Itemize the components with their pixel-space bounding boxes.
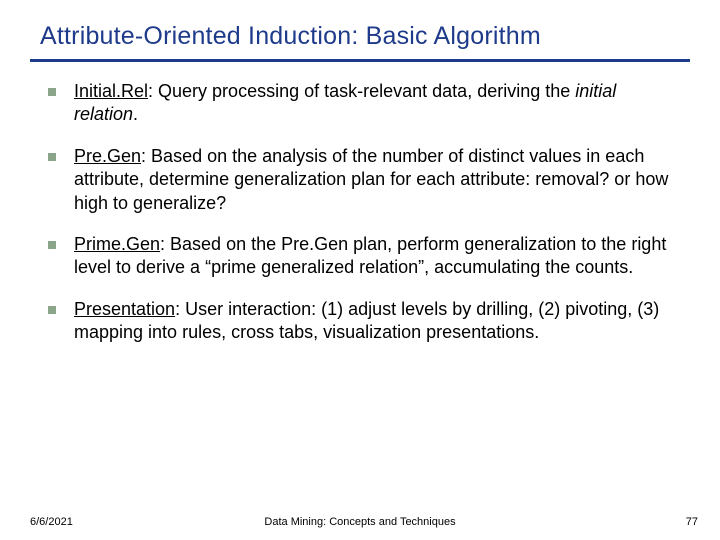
- text-pre: : Based on the analysis of the number of…: [74, 146, 668, 213]
- bullet-text: Pre.Gen: Based on the analysis of the nu…: [74, 145, 680, 215]
- bullet-list: Initial.Rel: Query processing of task-re…: [0, 80, 720, 345]
- square-bullet-icon: [48, 88, 56, 96]
- title-divider: [30, 59, 690, 62]
- term: Initial.Rel: [74, 81, 148, 101]
- footer-date: 6/6/2021: [30, 516, 73, 528]
- square-bullet-icon: [48, 241, 56, 249]
- term: Prime.Gen: [74, 234, 160, 254]
- text-pre: : Based on the Pre.Gen plan, perform gen…: [74, 234, 666, 277]
- list-item: Initial.Rel: Query processing of task-re…: [48, 80, 680, 127]
- bullet-text: Initial.Rel: Query processing of task-re…: [74, 80, 680, 127]
- text-pre: : Query processing of task-relevant data…: [148, 81, 575, 101]
- footer-page-number: 77: [686, 516, 698, 528]
- text-post: .: [133, 104, 138, 124]
- bullet-text: Presentation: User interaction: (1) adju…: [74, 298, 680, 345]
- list-item: Presentation: User interaction: (1) adju…: [48, 298, 680, 345]
- term: Presentation: [74, 299, 175, 319]
- square-bullet-icon: [48, 153, 56, 161]
- footer-center: Data Mining: Concepts and Techniques: [264, 516, 455, 528]
- list-item: Prime.Gen: Based on the Pre.Gen plan, pe…: [48, 233, 680, 280]
- slide-title: Attribute-Oriented Induction: Basic Algo…: [0, 0, 720, 59]
- list-item: Pre.Gen: Based on the analysis of the nu…: [48, 145, 680, 215]
- term: Pre.Gen: [74, 146, 141, 166]
- bullet-text: Prime.Gen: Based on the Pre.Gen plan, pe…: [74, 233, 680, 280]
- square-bullet-icon: [48, 306, 56, 314]
